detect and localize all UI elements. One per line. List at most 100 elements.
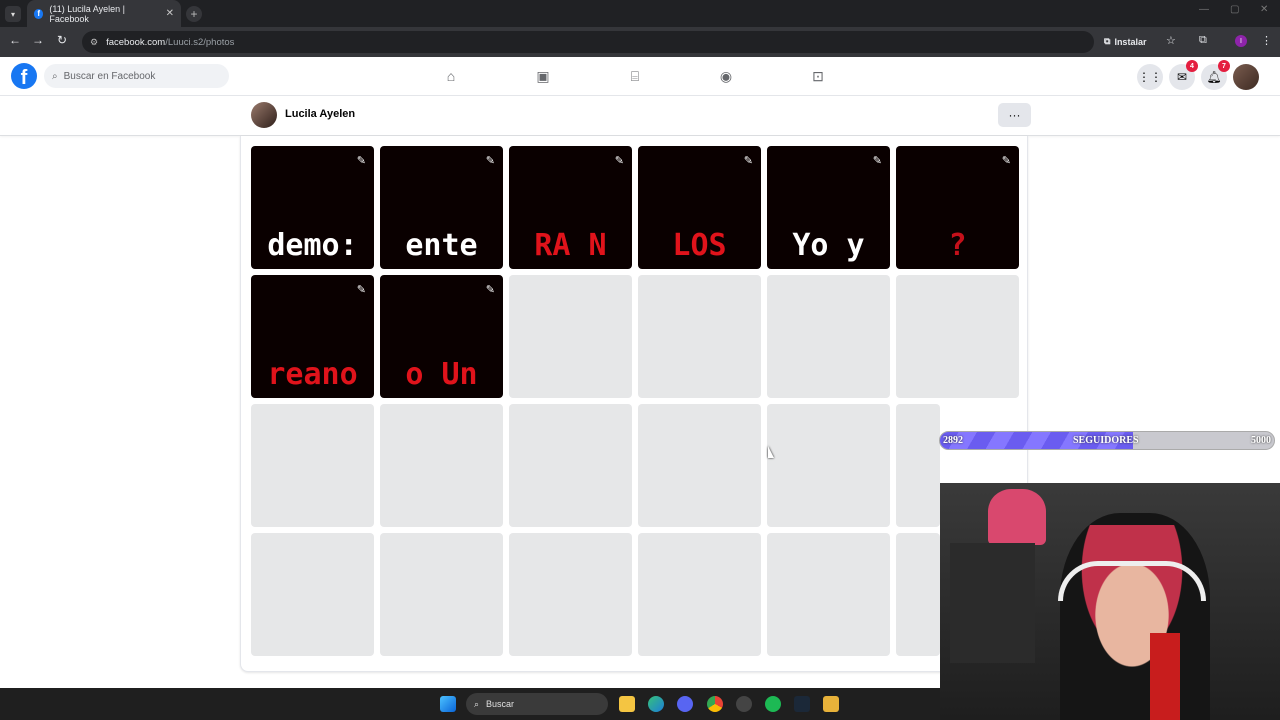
photo-thumbnail[interactable]: Yo y ✎: [767, 146, 890, 269]
address-bar[interactable]: ⚙ facebook.com/Luuci.s2/photos: [82, 31, 1094, 53]
taskbar-search[interactable]: ⌕ Buscar: [466, 693, 608, 715]
home-icon[interactable]: ⌂: [442, 68, 460, 86]
photo-placeholder: [896, 275, 1019, 398]
photo-placeholder: [509, 533, 632, 656]
file-explorer-icon[interactable]: [619, 696, 635, 712]
photo-placeholder: [380, 404, 503, 527]
edit-pencil-icon[interactable]: ✎: [1002, 154, 1011, 167]
steam-icon[interactable]: [794, 696, 810, 712]
photo-caption-text: o Un: [405, 357, 478, 392]
search-placeholder: Buscar en Facebook: [63, 70, 156, 82]
install-label: Instalar: [1114, 36, 1147, 47]
back-icon[interactable]: ←: [8, 33, 22, 47]
bookmark-star-icon[interactable]: ☆: [1166, 34, 1176, 47]
forward-icon[interactable]: →: [31, 33, 45, 47]
photo-placeholder: [638, 275, 761, 398]
edit-pencil-icon[interactable]: ✎: [744, 154, 753, 167]
windows-start-icon[interactable]: [440, 696, 456, 712]
follower-goal: 5000: [1251, 435, 1271, 446]
photo-placeholder: [380, 533, 503, 656]
install-app-button[interactable]: ⧉ Instalar: [1104, 33, 1146, 50]
gaming-icon[interactable]: ⊡: [809, 68, 827, 86]
browser-profile-avatar[interactable]: I: [1235, 35, 1247, 47]
profile-avatar[interactable]: [251, 102, 277, 128]
photo-placeholder: [767, 275, 890, 398]
edit-pencil-icon[interactable]: ✎: [357, 154, 366, 167]
photo-thumbnail[interactable]: ? ✎: [896, 146, 1019, 269]
tab-close-icon[interactable]: ✕: [166, 8, 174, 19]
extensions-icon[interactable]: ⧉: [1199, 34, 1207, 47]
facebook-favicon-icon: f: [34, 8, 44, 19]
profile-name[interactable]: Lucila Ayelen: [285, 108, 355, 120]
search-icon: ⌕: [52, 70, 58, 82]
webcam-overlay: [940, 483, 1280, 720]
app-icon[interactable]: [823, 696, 839, 712]
photo-caption-text: reano: [267, 357, 358, 392]
notifications-badge: 7: [1218, 60, 1230, 72]
groups-icon[interactable]: ◉: [717, 68, 735, 86]
menu-grid-icon[interactable]: ⋮⋮: [1137, 64, 1163, 90]
url-path: /Luuci.s2/photos: [165, 36, 235, 48]
search-icon: ⌕: [474, 698, 480, 709]
edit-pencil-icon[interactable]: ✎: [615, 154, 624, 167]
edit-pencil-icon[interactable]: ✎: [486, 154, 495, 167]
headphones: [1058, 561, 1206, 601]
install-icon: ⧉: [1104, 36, 1111, 46]
mouse-cursor: [768, 446, 774, 458]
photo-placeholder: [896, 533, 940, 656]
edge-icon[interactable]: [648, 696, 664, 712]
photo-placeholder: [767, 404, 890, 527]
photo-thumbnail[interactable]: LOS ✎: [638, 146, 761, 269]
spotify-icon[interactable]: [765, 696, 781, 712]
photo-caption-text: demo:: [267, 228, 358, 263]
edit-pencil-icon[interactable]: ✎: [486, 283, 495, 296]
browser-tab-active[interactable]: f (11) Lucila Ayelen | Facebook ✕: [27, 0, 181, 27]
profile-sticky-header: [0, 96, 1280, 136]
photo-placeholder: [638, 533, 761, 656]
account-avatar[interactable]: [1233, 64, 1259, 90]
microphone-arm: [1150, 633, 1180, 720]
taskbar-search-label: Buscar: [486, 699, 515, 709]
photo-thumbnail[interactable]: o Un ✎: [380, 275, 503, 398]
tab-search-menu-icon[interactable]: ▾: [5, 6, 21, 22]
photo-placeholder: [896, 404, 940, 527]
photo-placeholder: [251, 533, 374, 656]
photo-caption-text: LOS: [672, 228, 727, 263]
photo-placeholder: [509, 404, 632, 527]
photo-caption-text: RA N: [534, 228, 607, 263]
photo-thumbnail[interactable]: RA N ✎: [509, 146, 632, 269]
follower-label: SEGUIDORES: [1073, 435, 1139, 446]
url-host: facebook.com: [106, 36, 166, 48]
plush-toy: [988, 489, 1046, 545]
photo-caption-text: ?: [948, 228, 967, 263]
messenger-badge: 4: [1186, 60, 1198, 72]
marketplace-icon[interactable]: ⌸: [626, 68, 644, 86]
photo-placeholder: [767, 533, 890, 656]
photo-placeholder: [509, 275, 632, 398]
photo-placeholder: [638, 404, 761, 527]
photo-caption-text: Yo y: [792, 228, 865, 263]
photo-thumbnail[interactable]: demo: ✎: [251, 146, 374, 269]
photo-thumbnail[interactable]: ente ✎: [380, 146, 503, 269]
close-window-icon[interactable]: ✕: [1260, 4, 1268, 15]
browser-menu-icon[interactable]: ⋮: [1261, 34, 1272, 47]
photo-thumbnail[interactable]: reano ✎: [251, 275, 374, 398]
follower-current: 2892: [943, 435, 963, 446]
more-options-button[interactable]: ···: [998, 103, 1031, 127]
obs-icon[interactable]: [736, 696, 752, 712]
discord-icon[interactable]: [677, 696, 693, 712]
facebook-search-input[interactable]: ⌕ Buscar en Facebook: [44, 64, 229, 88]
video-icon[interactable]: ▣: [534, 68, 552, 86]
minimize-window-icon[interactable]: —: [1199, 4, 1209, 15]
facebook-logo[interactable]: f: [11, 63, 37, 89]
site-info-icon[interactable]: ⚙: [90, 37, 98, 48]
reload-icon[interactable]: ↻: [55, 33, 69, 47]
tab-title: (11) Lucila Ayelen | Facebook: [49, 3, 125, 24]
photo-placeholder: [251, 404, 374, 527]
new-tab-button[interactable]: +: [186, 6, 202, 22]
edit-pencil-icon[interactable]: ✎: [873, 154, 882, 167]
edit-pencil-icon[interactable]: ✎: [357, 283, 366, 296]
chrome-icon[interactable]: [707, 696, 723, 712]
maximize-window-icon[interactable]: ▢: [1230, 4, 1239, 15]
photo-caption-text: ente: [405, 228, 478, 263]
